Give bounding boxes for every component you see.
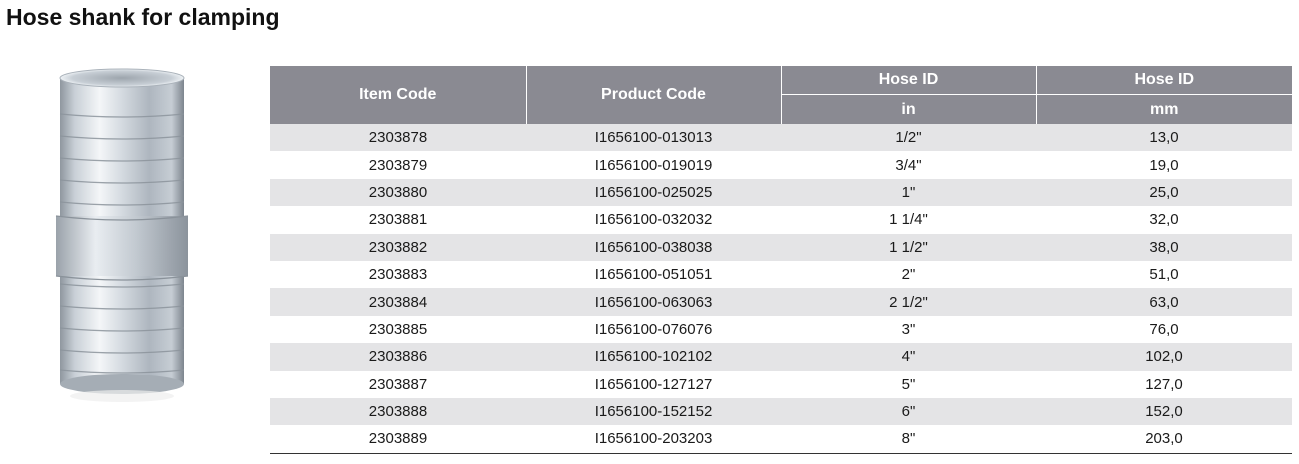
cell-item-code: 2303878 — [270, 124, 526, 152]
table-row: 2303883 I1656100-051051 2" 51,0 — [270, 260, 1292, 289]
cell-item-code: 2303885 — [270, 315, 526, 344]
cell-hose-id-in: 5" — [781, 370, 1036, 398]
cell-hose-id-in: 1 1/4" — [781, 206, 1036, 234]
cell-product-code: I1656100-203203 — [526, 425, 781, 454]
cell-item-code: 2303879 — [270, 151, 526, 179]
cell-hose-id-in: 1 1/2" — [781, 233, 1036, 261]
cell-product-code: I1656100-076076 — [526, 315, 781, 344]
cell-product-code: I1656100-152152 — [526, 397, 781, 426]
cell-product-code: I1656100-025025 — [526, 178, 781, 207]
cell-hose-id-mm: 203,0 — [1036, 425, 1292, 454]
spec-table: Item Code Product Code Hose ID Hose ID i… — [270, 66, 1292, 454]
table-row: 2303879 I1656100-019019 3/4" 19,0 — [270, 151, 1292, 179]
header-item-code: Item Code — [270, 66, 527, 124]
cell-hose-id-mm: 76,0 — [1036, 315, 1292, 344]
page-title: Hose shank for clamping — [6, 4, 280, 30]
header-unit-mm: mm — [1035, 94, 1292, 124]
cell-hose-id-in: 2" — [781, 260, 1036, 289]
cell-hose-id-mm: 13,0 — [1036, 124, 1292, 152]
table-header: Item Code Product Code Hose ID Hose ID i… — [270, 66, 1292, 124]
table-row: 2303884 I1656100-063063 2 1/2" 63,0 — [270, 288, 1292, 316]
header-unit-in: in — [781, 94, 1037, 124]
table-row: 2303885 I1656100-076076 3" 76,0 — [270, 315, 1292, 344]
cell-product-code: I1656100-038038 — [526, 233, 781, 261]
cell-item-code: 2303888 — [270, 397, 526, 426]
cell-hose-id-in: 1" — [781, 178, 1036, 207]
cell-item-code: 2303886 — [270, 343, 526, 371]
cell-hose-id-mm: 51,0 — [1036, 260, 1292, 289]
table-row: 2303881 I1656100-032032 1 1/4" 32,0 — [270, 206, 1292, 234]
table-row: 2303880 I1656100-025025 1" 25,0 — [270, 178, 1292, 207]
cell-hose-id-mm: 19,0 — [1036, 151, 1292, 179]
cell-hose-id-mm: 127,0 — [1036, 370, 1292, 398]
cell-hose-id-mm: 38,0 — [1036, 233, 1292, 261]
cell-item-code: 2303880 — [270, 178, 526, 207]
cell-item-code: 2303882 — [270, 233, 526, 261]
header-hose-id-in: Hose ID — [780, 66, 1037, 95]
table-row: 2303887 I1656100-127127 5" 127,0 — [270, 370, 1292, 398]
table-body: 2303878 I1656100-013013 1/2" 13,0 230387… — [270, 124, 1292, 454]
cell-hose-id-mm: 32,0 — [1036, 206, 1292, 234]
header-hose-id-mm: Hose ID — [1035, 66, 1292, 95]
table-row: 2303878 I1656100-013013 1/2" 13,0 — [270, 124, 1292, 152]
cell-product-code: I1656100-051051 — [526, 260, 781, 289]
cell-hose-id-in: 8" — [781, 425, 1036, 454]
header-product-code: Product Code — [525, 66, 782, 124]
cell-hose-id-in: 4" — [781, 343, 1036, 371]
cell-hose-id-in: 6" — [781, 397, 1036, 426]
cell-item-code: 2303884 — [270, 288, 526, 316]
cell-hose-id-in: 3/4" — [781, 151, 1036, 179]
cell-hose-id-mm: 63,0 — [1036, 288, 1292, 316]
cell-product-code: I1656100-013013 — [526, 124, 781, 152]
table-row: 2303888 I1656100-152152 6" 152,0 — [270, 397, 1292, 426]
cell-product-code: I1656100-063063 — [526, 288, 781, 316]
cell-hose-id-mm: 25,0 — [1036, 178, 1292, 207]
table-row: 2303882 I1656100-038038 1 1/2" 38,0 — [270, 233, 1292, 261]
cell-hose-id-in: 1/2" — [781, 124, 1036, 152]
cell-hose-id-in: 2 1/2" — [781, 288, 1036, 316]
cell-item-code: 2303889 — [270, 425, 526, 454]
cell-product-code: I1656100-032032 — [526, 206, 781, 234]
cell-product-code: I1656100-019019 — [526, 151, 781, 179]
cell-product-code: I1656100-127127 — [526, 370, 781, 398]
cell-item-code: 2303887 — [270, 370, 526, 398]
cell-hose-id-in: 3" — [781, 315, 1036, 344]
cell-item-code: 2303883 — [270, 260, 526, 289]
cell-product-code: I1656100-102102 — [526, 343, 781, 371]
table-row: 2303889 I1656100-203203 8" 203,0 — [270, 425, 1292, 454]
cell-hose-id-mm: 102,0 — [1036, 343, 1292, 371]
cell-item-code: 2303881 — [270, 206, 526, 234]
hose-shank-icon — [55, 68, 189, 402]
cell-hose-id-mm: 152,0 — [1036, 397, 1292, 426]
table-row: 2303886 I1656100-102102 4" 102,0 — [270, 343, 1292, 371]
